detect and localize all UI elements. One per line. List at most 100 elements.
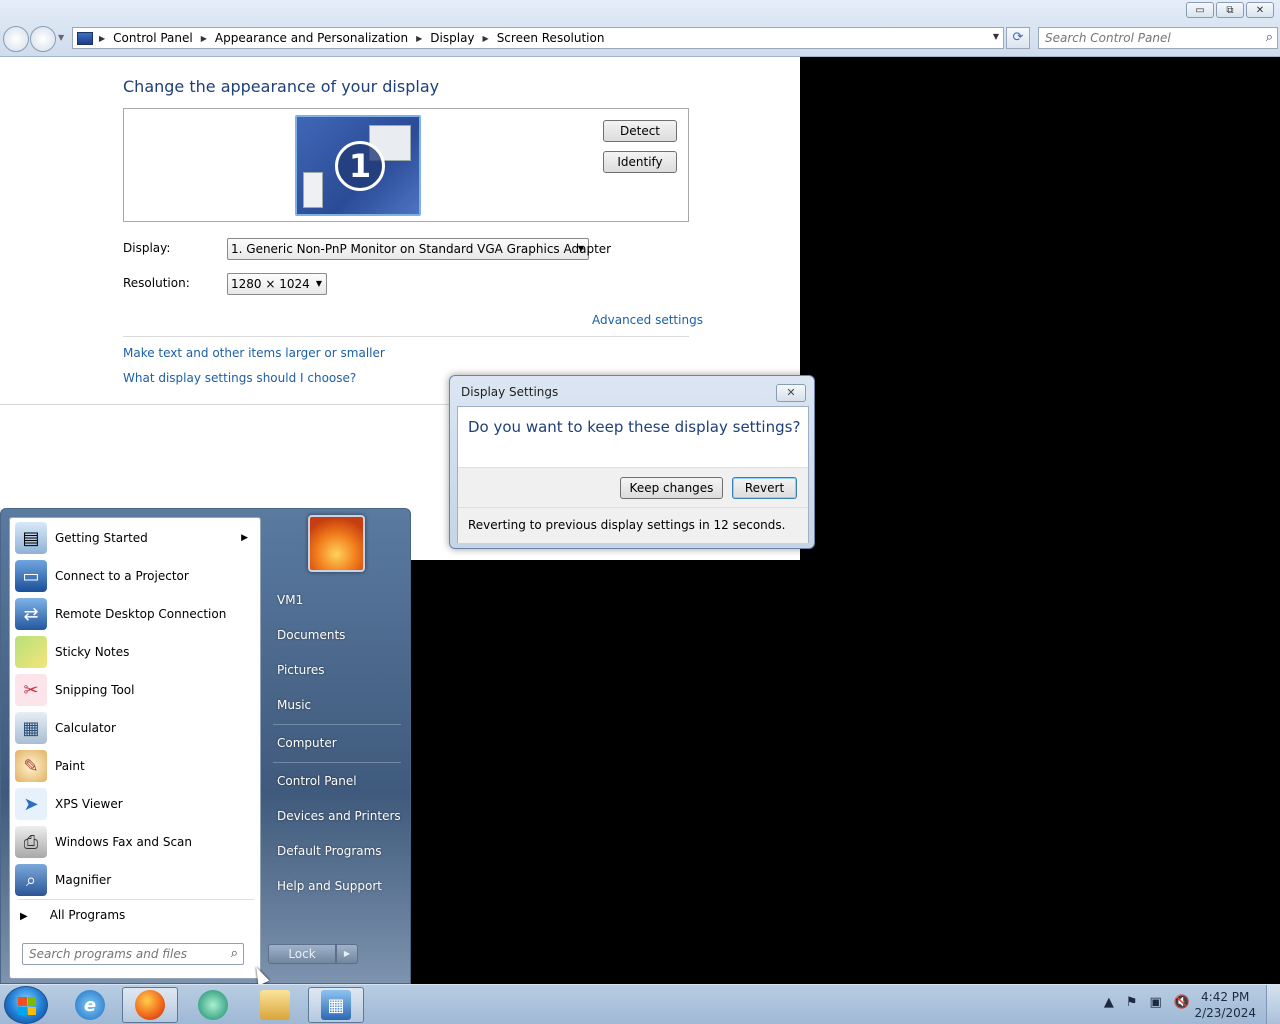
search-box[interactable]: ⌕ [1038, 27, 1278, 49]
taskbar: e ▦ ▲ ⚑ ▣ 🔇 4:42 PM 2/23/2024 [0, 984, 1280, 1024]
lock-button[interactable]: Lock [268, 944, 336, 964]
program-paint[interactable]: ✎ Paint [12, 748, 258, 784]
breadcrumb-appearance[interactable]: Appearance and Personalization [215, 31, 408, 45]
program-connect-projector[interactable]: ▭ Connect to a Projector [12, 558, 258, 594]
revert-button[interactable]: Revert [732, 477, 797, 499]
remote-desktop-icon: ⇄ [15, 598, 47, 630]
menu-item-devices-printers[interactable]: Devices and Printers [277, 809, 401, 823]
revert-countdown: Reverting to previous display settings i… [468, 518, 786, 532]
display-select-value: 1. Generic Non-PnP Monitor on Standard V… [231, 242, 612, 256]
taskbar-firefox[interactable] [122, 987, 178, 1023]
text-size-link[interactable]: Make text and other items larger or smal… [123, 346, 385, 360]
restore-button[interactable]: ⧉ [1216, 2, 1244, 18]
taskbar-internet-explorer[interactable]: e [62, 987, 118, 1023]
program-snipping-tool[interactable]: ✂ Snipping Tool [12, 672, 258, 708]
volume-muted-icon[interactable]: 🔇 [1174, 995, 1190, 1010]
forward-button[interactable] [30, 26, 56, 52]
program-label: Paint [55, 759, 85, 773]
display-select[interactable]: 1. Generic Non-PnP Monitor on Standard V… [227, 238, 611, 260]
monitor-1-thumbnail[interactable]: 1 [295, 115, 421, 216]
start-search-box[interactable]: ⌕ [22, 943, 244, 965]
all-programs-button[interactable]: ▶ All Programs [20, 908, 125, 922]
control-panel-window: ▭ ⧉ ✕ ▼ ▶ Control Panel ▶ Appearance and… [0, 0, 1280, 57]
menu-item-computer[interactable]: Computer [277, 736, 337, 750]
breadcrumb-arrow-icon[interactable]: ▶ [201, 34, 207, 43]
menu-item-default-programs[interactable]: Default Programs [277, 844, 382, 858]
xps-viewer-icon: ➤ [15, 788, 47, 820]
breadcrumb-control-panel[interactable]: Control Panel [113, 31, 193, 45]
display-settings-help-link[interactable]: What display settings should I choose? [123, 371, 356, 385]
program-windows-fax-scan[interactable]: ⎙ Windows Fax and Scan [12, 824, 258, 860]
monitor-number: 1 [335, 141, 385, 191]
recent-pages-dropdown[interactable]: ▼ [58, 33, 64, 42]
program-xps-viewer[interactable]: ➤ XPS Viewer [12, 786, 258, 822]
taskbar-app[interactable] [185, 987, 241, 1023]
refresh-button[interactable]: ⟳ [1006, 27, 1030, 49]
detect-button[interactable]: Detect [603, 120, 677, 142]
advanced-settings-link[interactable]: Advanced settings [592, 313, 703, 327]
network-icon[interactable]: ▣ [1150, 995, 1162, 1010]
window-preview [303, 172, 323, 208]
breadcrumb-arrow-icon[interactable]: ▶ [99, 34, 105, 43]
menu-item-control-panel[interactable]: Control Panel [277, 774, 357, 788]
clock[interactable]: 4:42 PM 2/23/2024 [1194, 989, 1256, 1021]
getting-started-icon: ▤ [15, 522, 47, 554]
display-label: Display: [123, 241, 171, 255]
program-calculator[interactable]: ▦ Calculator [12, 710, 258, 746]
close-button[interactable]: ✕ [1246, 2, 1274, 18]
search-input[interactable] [1039, 28, 1249, 48]
divider [123, 336, 689, 337]
program-magnifier[interactable]: ⌕ Magnifier [12, 862, 258, 898]
taskbar-file-explorer[interactable] [247, 987, 303, 1023]
address-dropdown-icon[interactable]: ▼ [993, 32, 999, 41]
minimize-button[interactable]: ▭ [1186, 2, 1214, 18]
monitor-arrangement: 1 Detect Identify [123, 108, 689, 222]
resolution-select[interactable]: 1280 × 1024 ▼ [227, 273, 327, 295]
start-search-input[interactable] [23, 944, 219, 964]
breadcrumb-screen-resolution[interactable]: Screen Resolution [497, 31, 605, 45]
taskbar-control-panel[interactable]: ▦ [308, 987, 364, 1023]
menu-item-help-support[interactable]: Help and Support [277, 879, 382, 893]
program-remote-desktop[interactable]: ⇄ Remote Desktop Connection [12, 596, 258, 632]
dialog-close-button[interactable]: ✕ [776, 384, 806, 402]
resolution-select-value: 1280 × 1024 [231, 277, 310, 291]
window-controls: ▭ ⧉ ✕ [1186, 2, 1274, 18]
program-sticky-notes[interactable]: Sticky Notes [12, 634, 258, 670]
chevron-down-icon: ▼ [315, 279, 322, 288]
program-label: Remote Desktop Connection [55, 607, 227, 621]
firefox-icon [135, 990, 165, 1020]
start-menu: ▤ Getting Started ▶ ▭ Connect to a Proje… [0, 508, 411, 984]
shutdown-options-arrow-icon[interactable]: ▶ [336, 944, 358, 964]
program-label: Magnifier [55, 873, 112, 887]
search-icon[interactable]: ⌕ [231, 946, 238, 961]
divider [273, 762, 401, 763]
program-label: Getting Started [55, 531, 148, 545]
show-hidden-icons-icon[interactable]: ▲ [1104, 995, 1114, 1010]
submenu-arrow-icon[interactable]: ▶ [241, 533, 248, 543]
start-button[interactable] [4, 986, 48, 1024]
action-center-flag-icon[interactable]: ⚑ [1126, 995, 1138, 1010]
divider [18, 899, 254, 900]
menu-item-documents[interactable]: Documents [277, 628, 345, 642]
app-icon [198, 990, 228, 1020]
dialog-question: Do you want to keep these display settin… [468, 418, 801, 436]
breadcrumb-display[interactable]: Display [430, 31, 474, 45]
system-tray: ▲ ⚑ ▣ 🔇 [1104, 995, 1190, 1010]
projector-icon: ▭ [15, 560, 47, 592]
breadcrumb-arrow-icon[interactable]: ▶ [483, 34, 489, 43]
user-picture[interactable] [308, 515, 365, 572]
menu-item-user[interactable]: VM1 [277, 593, 303, 607]
program-getting-started[interactable]: ▤ Getting Started ▶ [12, 520, 258, 556]
keep-changes-button[interactable]: Keep changes [620, 477, 723, 499]
identify-button[interactable]: Identify [603, 151, 677, 173]
show-desktop-button[interactable] [1266, 985, 1280, 1024]
clock-time: 4:42 PM [1201, 990, 1250, 1004]
menu-item-pictures[interactable]: Pictures [277, 663, 325, 677]
calculator-icon: ▦ [15, 712, 47, 744]
back-button[interactable] [3, 26, 29, 52]
breadcrumb-arrow-icon[interactable]: ▶ [416, 34, 422, 43]
menu-item-music[interactable]: Music [277, 698, 311, 712]
address-bar[interactable]: ▶ Control Panel ▶ Appearance and Persona… [72, 27, 1004, 49]
file-explorer-icon [260, 990, 290, 1020]
search-icon[interactable]: ⌕ [1266, 30, 1273, 45]
